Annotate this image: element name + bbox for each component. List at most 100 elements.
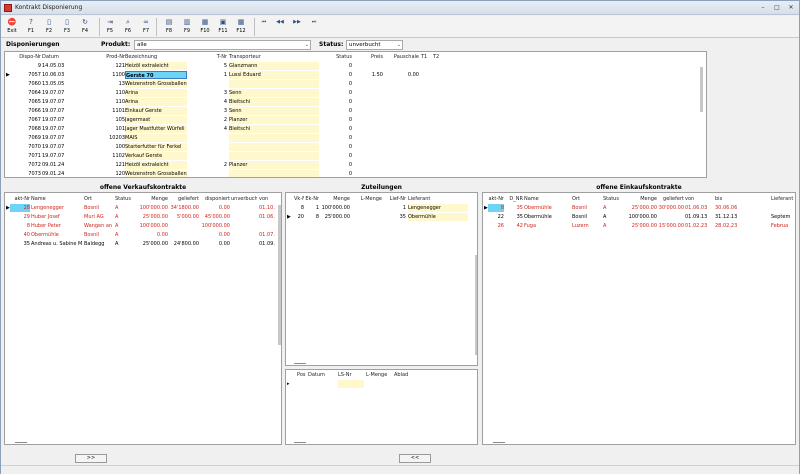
dispo-cell-bez: Einkauf Gerste [125, 107, 187, 115]
dispo-cell-bez: Jagermast [125, 116, 187, 124]
dispo-cell-trans: Lussi Eduard [229, 71, 319, 79]
dispo-cell-prod: 1100 [112, 72, 125, 78]
vk-grid[interactable]: akt-Nr Name Ort Status Menge geliefert disponi… [4, 192, 282, 445]
zu-detail-col-header: L-Menge [366, 372, 388, 378]
f12-button[interactable]: ▦ F12 [233, 17, 249, 37]
vk-hscrollbar[interactable] [15, 442, 27, 443]
dispo-cell-status: 0 [348, 153, 352, 159]
ek-row[interactable]: 22 35 Obermühle Bosnil A 100'000.00 01.09.13 31… [483, 213, 795, 221]
f4-button[interactable]: ↻ F4 [77, 17, 93, 37]
vk-row[interactable]: 40 Obermühle Bosnil A 0.00 0.00 01.07. [5, 231, 281, 239]
dispo-cell-bez: Jager Mastfutter Würfeli [125, 125, 187, 133]
dispo-cell-datum: 09.01.24 [42, 171, 65, 177]
ek-hscrollbar[interactable] [493, 442, 505, 443]
maximize-button[interactable]: □ [771, 3, 783, 12]
ek-cell-ort: Bosnil [572, 205, 588, 211]
dispo-row[interactable]: 7072 09.01.24 121 Heizöl extraleicht 2 Planze… [5, 161, 706, 169]
dispo-row[interactable]: 7068 19.07.07 101 Jager Mastfutter Würfeli 4… [5, 125, 706, 133]
vk-col-header: unverbucht [231, 196, 257, 202]
f7-button[interactable]: ∞ F7 [138, 17, 154, 37]
f11-button[interactable]: ▣ F11 [215, 17, 231, 37]
dispo-cell-preis [355, 98, 383, 106]
dispo-cell-pausch [385, 143, 419, 151]
next-record-button[interactable]: ▶▶ [290, 17, 304, 37]
vk-row[interactable]: ▶ 28 Lengenegger Bosnil A 100'000.00 34'1800.0… [5, 204, 281, 212]
vk-row[interactable]: 35 Andreas u. Sabine M Baldegg A 25'000.00 24… [5, 240, 281, 248]
dispo-row[interactable]: 7064 19.07.07 110 Arina 3 Senn 0 [5, 89, 706, 97]
ek-grid[interactable]: akt-Nr D_NR Name Ort Status Menge geliefert von… [482, 192, 796, 445]
zu-detail-col-header: Datum [308, 372, 325, 378]
exit-button[interactable]: ⛔ Exit [4, 17, 20, 37]
dispo-cell-bez: Heizöl extraleicht [125, 161, 187, 169]
back-button[interactable]: << [399, 454, 431, 463]
vk-cell-name: Andreas u. Sabine M [31, 241, 83, 247]
zu-row[interactable]: 8 1 100'000.00 1 Lengenegger [286, 204, 477, 212]
vk-cell-ort: Wangen an [84, 223, 113, 229]
dispo-row[interactable]: ▶ 7057 10.06.03 1100 Gerste 70 1 Lussi Eduard 0… [5, 71, 706, 79]
dispo-row[interactable]: 7071 19.07.07 1102 Verkauf Gerste 0 [5, 152, 706, 160]
last-record-button[interactable]: ⏭ [307, 17, 321, 37]
vk-col-header: akt-Nr [14, 196, 30, 202]
print-icon: ▤ [165, 18, 173, 26]
dispo-cell-tnr [205, 143, 227, 151]
previous-record-button[interactable]: ◀◀ [273, 17, 287, 37]
dispo-grid[interactable]: Dispo-Nr Datum Prod-Nr Bezeichnung T-Nr Trans… [4, 51, 707, 178]
dispo-cell-nr: 7060 [28, 81, 41, 87]
vk-row[interactable]: 8 Huber Peter Wangen an A 100'000.00 100'000.… [5, 222, 281, 230]
close-button[interactable]: ✕ [785, 3, 797, 12]
f2-button[interactable]: ▯ F2 [41, 17, 57, 37]
dispo-cell-trans: Senn [229, 107, 319, 115]
dispo-row[interactable]: 7069 19.07.07 10203 MAIS 0 [5, 134, 706, 142]
save-icon: ▣ [219, 18, 227, 26]
zu-detail-new-row[interactable]: ▸ [286, 380, 477, 388]
zu-scrollbar[interactable] [475, 255, 477, 355]
dispo-row[interactable]: 7073 09.01.24 120 Weizenstroh Grossballen 0 [5, 170, 706, 177]
dispo-cell-datum: 19.07.07 [42, 90, 65, 96]
f3-button[interactable]: ▯ F3 [59, 17, 75, 37]
dispo-row[interactable]: 7070 19.07.07 100 Starterfutter für Ferkel 0 [5, 143, 706, 151]
f3-label: F3 [63, 28, 71, 34]
zu-detail-hscrollbar[interactable] [294, 442, 306, 443]
dispo-row[interactable]: 7066 19.07.07 1101 Einkauf Gerste 3 Senn 0 [5, 107, 706, 115]
ek-col-header: von [685, 196, 695, 202]
vk-cell-von: 01.06. [259, 214, 275, 220]
status-select[interactable]: unverbucht ⌄ [346, 40, 403, 50]
vk-col-header: Status [115, 196, 131, 202]
f1-button[interactable]: ? F1 [23, 17, 39, 37]
dispo-cell-tnr: 2 [223, 162, 227, 168]
forward-button[interactable]: >> [75, 454, 107, 463]
dispo-cell-nr: 9 [37, 63, 41, 69]
f9-button[interactable]: ▥ F9 [179, 17, 195, 37]
f8-button[interactable]: ▤ F8 [161, 17, 177, 37]
dispo-cell-t1 [421, 161, 431, 169]
zu-hscrollbar[interactable] [294, 363, 306, 364]
zu-detail-grid[interactable]: Pos Datum LS-Nr L-Menge Ablad ▸ [285, 369, 478, 445]
zu-row[interactable]: ▶ 20 8 25'000.00 35 Obermühle [286, 213, 477, 221]
vk-row[interactable]: 29 Huber Josef Muri AG A 25'000.00 5'000.00 45… [5, 213, 281, 221]
dispo-cell-prod: 1102 [112, 153, 125, 159]
ek-cell-von: 01.09.13 [685, 214, 708, 220]
minimize-button[interactable]: – [757, 3, 769, 12]
dispo-row[interactable]: 7060 13.05.05 13 Weizenstroh Grossballen 0 [5, 80, 706, 88]
zu-grid[interactable]: Vk-NrEk-NrMengeL-MengeLief-NrLieferant81… [285, 192, 478, 366]
dispo-cell-t1 [421, 98, 431, 106]
ek-cell-gel: 30'000.00 [658, 205, 684, 211]
dispo-cell-tnr: 4 [223, 99, 227, 105]
dispo-row[interactable]: 9 14.05.03 121 Heizöl extraleicht 5 Glanzmann… [5, 62, 706, 70]
ek-row[interactable]: ▶ 8 35 Obermühle Bosnil A 25'000.00 30'000.00 01… [483, 204, 795, 212]
dispo-cell-bez: Weizenstroh Grossballen [125, 80, 187, 88]
dispo-row[interactable]: 7067 19.07.07 105 Jagermast 2 Planzer 0 [5, 116, 706, 124]
ek-row[interactable]: 26 42 Fuga Luzern A 25'000.00 15'000.00 01.02.2… [483, 222, 795, 230]
dispo-row[interactable]: 7065 19.07.07 110 Arina 4 Bieitschi 0 [5, 98, 706, 106]
f5-button[interactable]: ⇥ F5 [102, 17, 118, 37]
dispo-cell-status: 0 [348, 81, 352, 87]
last-record-icon: ⏭ [311, 19, 317, 25]
first-record-button[interactable]: ⏮ [257, 17, 271, 37]
produkt-select[interactable]: alle ⌄ [134, 40, 311, 50]
f6-button[interactable]: ⌕ F6 [120, 17, 136, 37]
f10-button[interactable]: ▦ F10 [197, 17, 213, 37]
dispo-cell-bez: Verkauf Gerste [125, 152, 187, 160]
dispo-col-header: T2 [433, 54, 440, 60]
dispo-cell-t2 [433, 152, 443, 160]
zu-header-row: Vk-NrEk-Nr Menge L-Menge Lief-NrLieferant [286, 195, 477, 203]
